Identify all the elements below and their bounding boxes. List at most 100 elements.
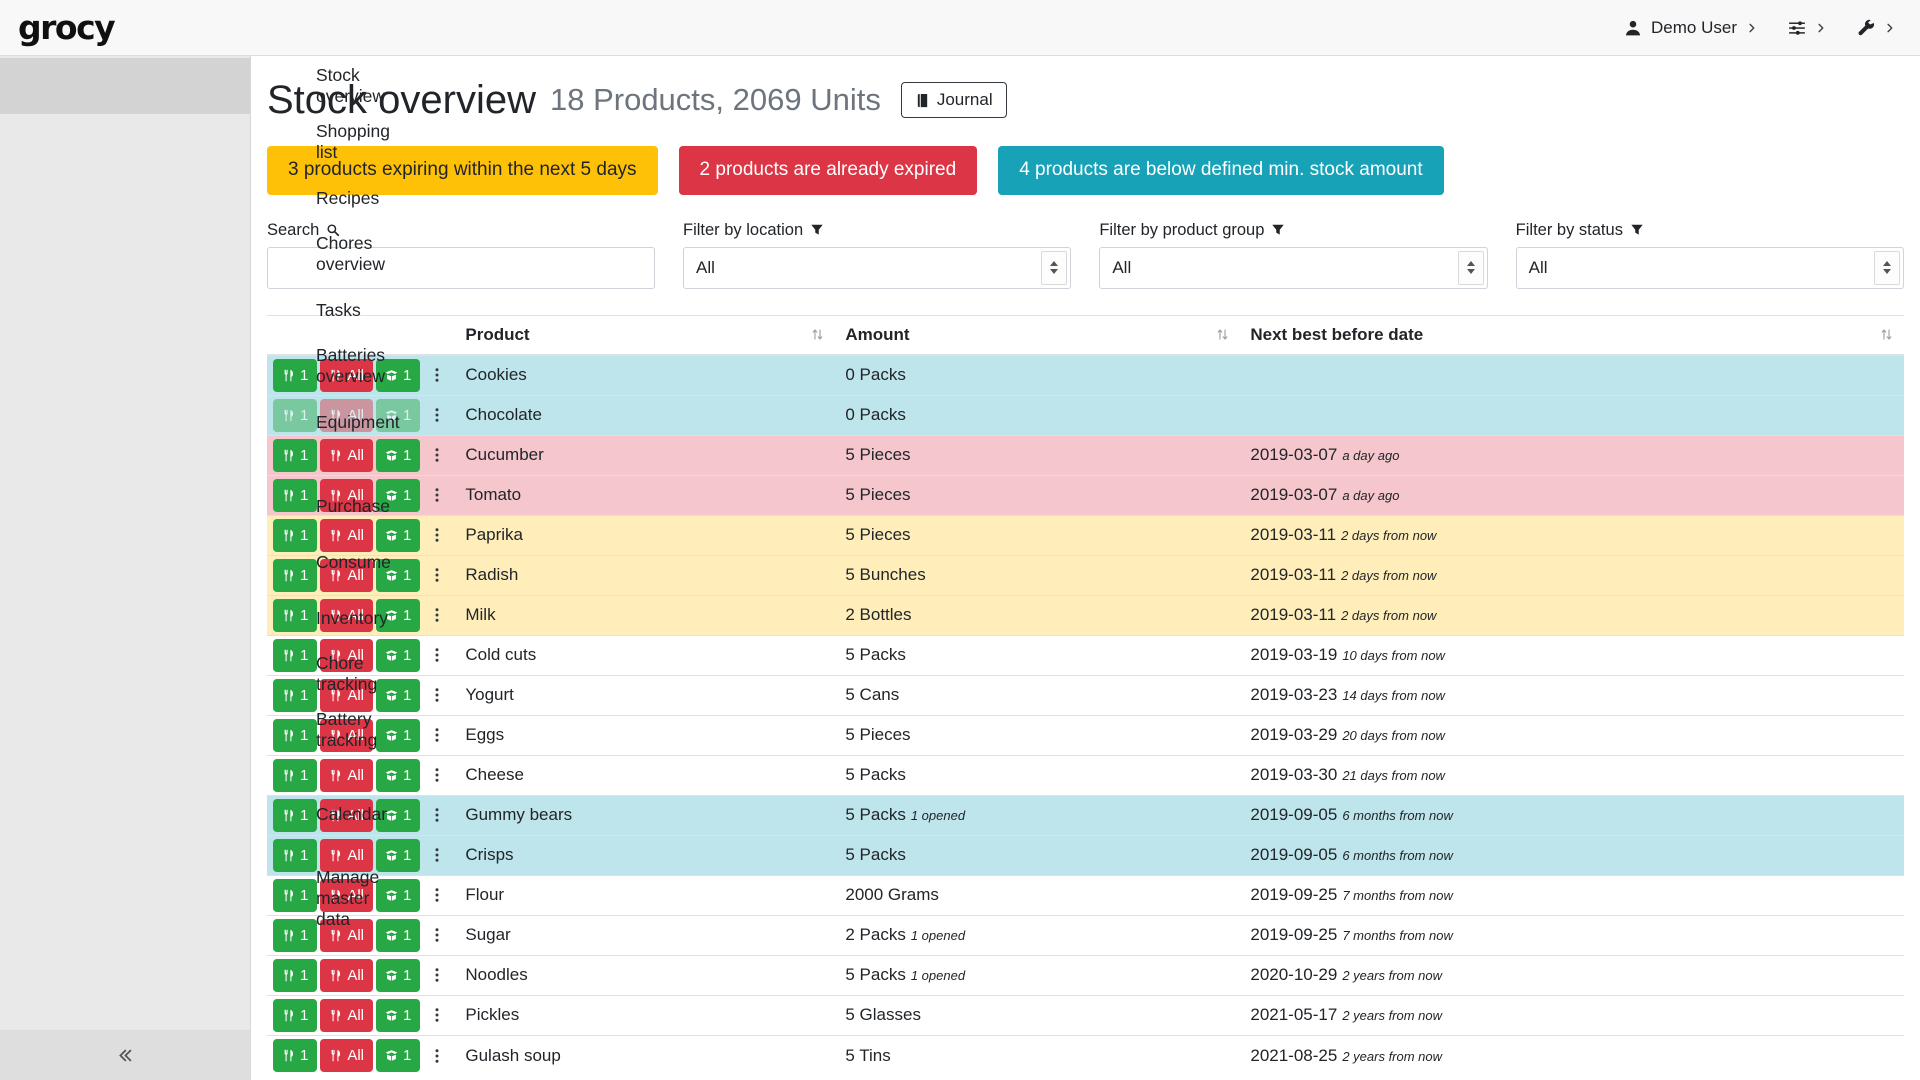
- row-menu-button[interactable]: [429, 527, 445, 543]
- best-before-column-header[interactable]: Next best before date: [1240, 315, 1904, 355]
- row-menu-button[interactable]: [429, 1048, 445, 1064]
- sidebar-item-inventory[interactable]: Inventory: [0, 590, 250, 646]
- list-icon: [271, 635, 303, 657]
- open-one-button[interactable]: 1: [376, 759, 420, 792]
- consume-one-button[interactable]: 1: [273, 799, 317, 832]
- row-menu-button[interactable]: [429, 607, 445, 623]
- sidebar-item-shopping-list[interactable]: Shopping list: [0, 114, 250, 170]
- date-note: 2 years from now: [1342, 1008, 1442, 1023]
- utensils-icon: [271, 579, 303, 601]
- utensils-icon: [282, 1009, 295, 1022]
- row-menu-button[interactable]: [429, 927, 445, 943]
- box-open-icon: [385, 1049, 398, 1062]
- alert-danger-button[interactable]: 2 products are already expired: [679, 146, 978, 195]
- consume-all-button[interactable]: All: [320, 519, 373, 552]
- product-name: Sugar: [455, 915, 835, 955]
- row-actions: 1All1: [267, 995, 455, 1035]
- page-subtitle: 18 Products, 2069 Units: [550, 82, 881, 118]
- filter-icon: [810, 223, 824, 237]
- consume-one-button[interactable]: 1: [273, 1039, 317, 1072]
- consume-one-button[interactable]: 1: [273, 599, 317, 632]
- sidebar-item-label: Consume: [316, 552, 391, 573]
- app-logo[interactable]: grocy: [18, 8, 114, 47]
- row-menu-button[interactable]: [429, 727, 445, 743]
- open-one-button[interactable]: 1: [376, 999, 420, 1032]
- sidebar-item-purchase[interactable]: Purchase: [0, 478, 250, 534]
- sidebar-item-equipment[interactable]: Equipment: [0, 394, 250, 450]
- open-one-button[interactable]: 1: [376, 839, 420, 872]
- consume-all-button[interactable]: All: [320, 759, 373, 792]
- sidebar-collapse-button[interactable]: [0, 1030, 250, 1080]
- row-menu-button[interactable]: [429, 847, 445, 863]
- product-group-filter-select[interactable]: All: [1099, 247, 1487, 289]
- row-menu-button[interactable]: [429, 487, 445, 503]
- row-menu-button[interactable]: [429, 407, 445, 423]
- row-menu-button[interactable]: [429, 887, 445, 903]
- open-one-button[interactable]: 1: [376, 1039, 420, 1072]
- stock-row: 1All1Cucumber5 Pieces2019-03-07a day ago: [267, 435, 1904, 475]
- admin-menu[interactable]: [1857, 19, 1896, 37]
- sidebar-item-chore-tracking[interactable]: Chore tracking: [0, 646, 250, 702]
- open-one-button[interactable]: 1: [376, 959, 420, 992]
- consume-all-button[interactable]: All: [320, 959, 373, 992]
- row-menu-button[interactable]: [429, 447, 445, 463]
- location-filter-select[interactable]: All: [683, 247, 1071, 289]
- sidebar-item-calendar[interactable]: Calendar: [0, 786, 250, 842]
- sidebar-item-stock-overview[interactable]: Stock overview: [0, 58, 250, 114]
- consume-all-button[interactable]: All: [320, 1039, 373, 1072]
- consume-one-button[interactable]: 1: [273, 959, 317, 992]
- open-one-button[interactable]: 1: [376, 719, 420, 752]
- row-menu-button[interactable]: [429, 767, 445, 783]
- sidebar-item-batteries-overview[interactable]: Batteries overview: [0, 338, 250, 394]
- sidebar-item-consume[interactable]: Consume: [0, 534, 250, 590]
- stock-row: 1All1Sugar2 Packs1 opened2019-09-257 mon…: [267, 915, 1904, 955]
- journal-button[interactable]: Journal: [901, 82, 1007, 118]
- row-menu-button[interactable]: [429, 967, 445, 983]
- open-one-button[interactable]: 1: [376, 519, 420, 552]
- utensils-icon: [282, 969, 295, 982]
- sidebar-item-label: Batteries overview: [316, 345, 385, 387]
- open-one-button[interactable]: 1: [376, 439, 420, 472]
- sidebar-item-tasks[interactable]: Tasks: [0, 282, 250, 338]
- row-menu-button[interactable]: [429, 687, 445, 703]
- consume-all-button[interactable]: All: [320, 999, 373, 1032]
- row-menu-button[interactable]: [429, 807, 445, 823]
- main-content: Stock overview 18 Products, 2069 Units J…: [251, 56, 1920, 1080]
- consume-one-button[interactable]: 1: [273, 999, 317, 1032]
- consume-one-button[interactable]: 1: [273, 879, 317, 912]
- kebab-icon: [429, 527, 445, 543]
- kebab-icon: [429, 647, 445, 663]
- status-filter-select[interactable]: All: [1516, 247, 1904, 289]
- sidebar-item-chores-overview[interactable]: Chores overview: [0, 226, 250, 282]
- row-menu-button[interactable]: [429, 647, 445, 663]
- open-one-button[interactable]: 1: [376, 679, 420, 712]
- open-one-button[interactable]: 1: [376, 639, 420, 672]
- open-one-button[interactable]: 1: [376, 919, 420, 952]
- product-best-before: 2019-03-112 days from now: [1240, 515, 1904, 555]
- product-name: Cheese: [455, 755, 835, 795]
- stock-row: 1All1Gulash soup5 Tins2021-08-252 years …: [267, 1035, 1904, 1075]
- select-arrow-icon: [1041, 251, 1067, 285]
- quick-settings-menu[interactable]: [1788, 19, 1827, 37]
- top-bar-menus: Demo User: [1624, 18, 1896, 38]
- sidebar-item-recipes[interactable]: Recipes: [0, 170, 250, 226]
- amount-column-header[interactable]: Amount: [835, 315, 1240, 355]
- open-one-button[interactable]: 1: [376, 879, 420, 912]
- consume-all-button[interactable]: All: [320, 439, 373, 472]
- sidebar-item-battery-tracking[interactable]: Battery tracking: [0, 702, 250, 758]
- product-column-header[interactable]: Product: [455, 315, 835, 355]
- wrench-icon: [1857, 19, 1875, 37]
- row-menu-button[interactable]: [429, 567, 445, 583]
- product-amount: 5 Cans: [835, 675, 1240, 715]
- sidebar-item-manage-master-data[interactable]: Manage master data: [0, 870, 250, 926]
- box-open-icon: [385, 449, 398, 462]
- user-menu[interactable]: Demo User: [1624, 18, 1758, 38]
- product-name: Flour: [455, 875, 835, 915]
- product-amount: 5 Packs: [835, 635, 1240, 675]
- book-icon: [915, 93, 930, 108]
- row-menu-button[interactable]: [429, 367, 445, 383]
- alert-info-button[interactable]: 4 products are below defined min. stock …: [998, 146, 1443, 195]
- consume-one-button[interactable]: 1: [273, 479, 317, 512]
- product-amount: 5 Tins: [835, 1035, 1240, 1075]
- row-menu-button[interactable]: [429, 1007, 445, 1023]
